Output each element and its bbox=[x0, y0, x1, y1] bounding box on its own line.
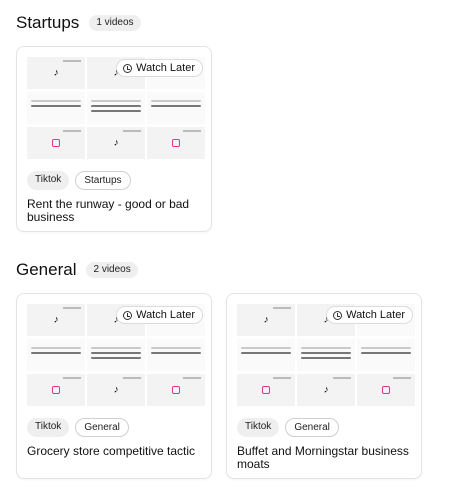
thumbnail-tile bbox=[87, 92, 145, 124]
section-general: General 2 videos ♪ ♪ ♪ Watch Later Tikto… bbox=[16, 259, 422, 479]
thumbnail-tile bbox=[87, 339, 145, 371]
tag-list: Tiktok General bbox=[27, 418, 201, 437]
thumbnail-tile bbox=[147, 374, 205, 406]
video-title[interactable]: Buffet and Morningstar business moats bbox=[237, 445, 411, 471]
watch-later-label: Watch Later bbox=[346, 309, 405, 321]
video-thumbnail[interactable]: ♪ ♪ ♪ Watch Later bbox=[27, 57, 205, 159]
clock-icon bbox=[123, 63, 133, 73]
thumbnail-tile: ♪ bbox=[27, 57, 85, 89]
thumbnail-tile bbox=[27, 127, 85, 159]
watch-later-label: Watch Later bbox=[136, 309, 195, 321]
pink-square-icon bbox=[52, 139, 60, 147]
tiktok-logo-icon: ♪ bbox=[323, 384, 329, 396]
tag-tiktok[interactable]: Tiktok bbox=[27, 418, 70, 437]
section-title: General bbox=[16, 260, 77, 279]
tag-category[interactable]: Startups bbox=[75, 171, 131, 190]
video-card[interactable]: ♪ ♪ ♪ Watch Later Tiktok General bbox=[226, 293, 422, 479]
video-card[interactable]: ♪ ♪ ♪ Watch Later Tiktok Startups Rent t… bbox=[16, 46, 212, 232]
tag-list: Tiktok Startups bbox=[27, 171, 201, 190]
video-title[interactable]: Rent the runway - good or bad business bbox=[27, 198, 201, 224]
pink-square-icon bbox=[382, 386, 390, 394]
clock-icon bbox=[333, 310, 343, 320]
watch-later-button[interactable]: Watch Later bbox=[116, 306, 203, 324]
thumbnail-tile bbox=[147, 127, 205, 159]
watch-later-button[interactable]: Watch Later bbox=[326, 306, 413, 324]
video-card[interactable]: ♪ ♪ ♪ Watch Later Tiktok General bbox=[16, 293, 212, 479]
tiktok-logo-icon: ♪ bbox=[263, 314, 269, 326]
thumbnail-tile bbox=[27, 374, 85, 406]
video-count-badge: 2 videos bbox=[86, 262, 138, 278]
thumbnail-tile: ♪ bbox=[297, 374, 355, 406]
watch-later-button[interactable]: Watch Later bbox=[116, 59, 203, 77]
tag-category[interactable]: General bbox=[285, 418, 339, 437]
thumbnail-tile bbox=[27, 339, 85, 371]
tiktok-logo-icon: ♪ bbox=[53, 314, 59, 326]
thumbnail-tile bbox=[237, 374, 295, 406]
thumbnail-tile: ♪ bbox=[87, 374, 145, 406]
pink-square-icon bbox=[262, 386, 270, 394]
card-row: ♪ ♪ ♪ Watch Later Tiktok Startups Rent t… bbox=[16, 46, 212, 232]
tiktok-logo-icon: ♪ bbox=[53, 67, 59, 79]
tag-tiktok[interactable]: Tiktok bbox=[27, 171, 70, 190]
video-title[interactable]: Grocery store competitive tactic bbox=[27, 445, 201, 458]
thumbnail-tile bbox=[27, 92, 85, 124]
tiktok-logo-icon: ♪ bbox=[113, 384, 119, 396]
thumbnail-tile bbox=[297, 339, 355, 371]
section-title: Startups bbox=[16, 13, 80, 32]
thumbnail-tile bbox=[147, 339, 205, 371]
section-startups: Startups 1 videos ♪ ♪ ♪ Watch Later Tikt… bbox=[16, 12, 212, 232]
tag-list: Tiktok General bbox=[237, 418, 411, 437]
watch-later-label: Watch Later bbox=[136, 62, 195, 74]
thumbnail-tile: ♪ bbox=[87, 127, 145, 159]
pink-square-icon bbox=[172, 386, 180, 394]
thumbnail-tile bbox=[357, 374, 415, 406]
thumbnail-tile bbox=[147, 92, 205, 124]
tag-tiktok[interactable]: Tiktok bbox=[237, 418, 280, 437]
video-thumbnail[interactable]: ♪ ♪ ♪ Watch Later bbox=[237, 304, 415, 406]
thumbnail-tile: ♪ bbox=[237, 304, 295, 336]
section-header: General 2 videos bbox=[16, 259, 422, 281]
thumbnail-tile bbox=[237, 339, 295, 371]
clock-icon bbox=[123, 310, 133, 320]
video-count-badge: 1 videos bbox=[89, 15, 141, 31]
card-row: ♪ ♪ ♪ Watch Later Tiktok General Grocery… bbox=[16, 293, 422, 479]
tag-category[interactable]: General bbox=[75, 418, 129, 437]
pink-square-icon bbox=[52, 386, 60, 394]
thumbnail-tile bbox=[357, 339, 415, 371]
section-header: Startups 1 videos bbox=[16, 12, 212, 34]
pink-square-icon bbox=[172, 139, 180, 147]
video-thumbnail[interactable]: ♪ ♪ ♪ Watch Later bbox=[27, 304, 205, 406]
thumbnail-tile: ♪ bbox=[27, 304, 85, 336]
tiktok-logo-icon: ♪ bbox=[113, 137, 119, 149]
